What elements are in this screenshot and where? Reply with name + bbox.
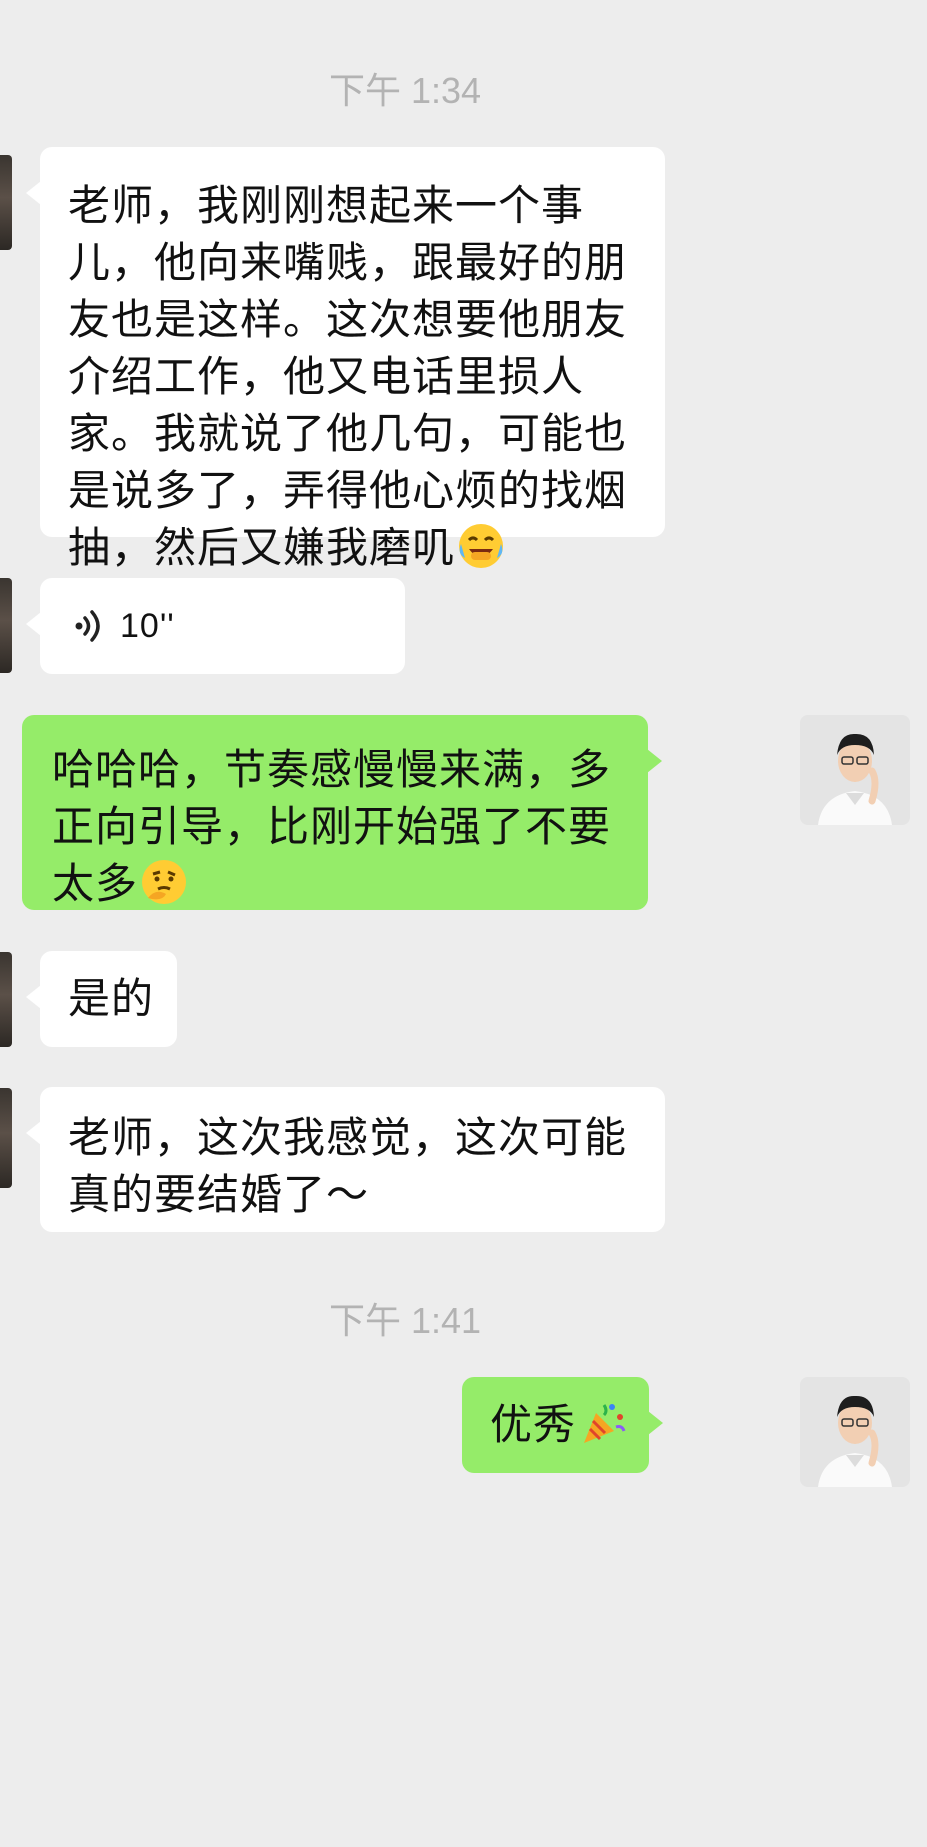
voice-wave-icon (75, 610, 100, 642)
incoming-message-bubble[interactable]: 是的 (26, 951, 177, 1047)
message-text: 优秀 (490, 1400, 577, 1449)
sender-avatar[interactable] (0, 155, 12, 250)
voice-duration: 10'' (120, 606, 175, 645)
my-avatar[interactable] (800, 715, 910, 825)
sender-avatar[interactable] (0, 578, 12, 673)
thinking-face-emoji (142, 860, 187, 904)
laughing-crying-emoji (459, 524, 504, 568)
party-popper-emoji (584, 1404, 626, 1443)
message-text: 老师，这次我感觉，这次可能真的要结婚了～ (68, 1113, 628, 1219)
voice-message-bubble[interactable]: 10'' (26, 578, 405, 674)
incoming-message-bubble[interactable]: 老师，我刚刚想起来一个事儿，他向来嘴贱，跟最好的朋友也是这样。这次想要他朋友介绍… (26, 147, 665, 572)
person-avatar-icon (800, 1377, 910, 1487)
sender-avatar[interactable] (0, 1088, 12, 1188)
my-avatar[interactable] (800, 1377, 910, 1487)
sender-avatar[interactable] (0, 952, 12, 1047)
person-avatar-icon (800, 715, 910, 825)
outgoing-message-bubble[interactable]: 优秀 (462, 1377, 663, 1473)
message-text: 哈哈哈，节奏感慢慢来满，多正向引导，比刚开始强了不要太多 (52, 745, 612, 908)
message-text: 老师，我刚刚想起来一个事儿，他向来嘴贱，跟最好的朋友也是这样。这次想要他朋友介绍… (68, 181, 628, 572)
outgoing-message-bubble[interactable]: 哈哈哈，节奏感慢慢来满，多正向引导，比刚开始强了不要太多 (22, 715, 662, 910)
incoming-message-bubble[interactable]: 老师，这次我感觉，这次可能真的要结婚了～ (26, 1087, 665, 1232)
message-text: 是的 (68, 974, 155, 1023)
timestamp: 下午 1:34 (328, 70, 482, 111)
timestamp: 下午 1:41 (328, 1300, 482, 1341)
